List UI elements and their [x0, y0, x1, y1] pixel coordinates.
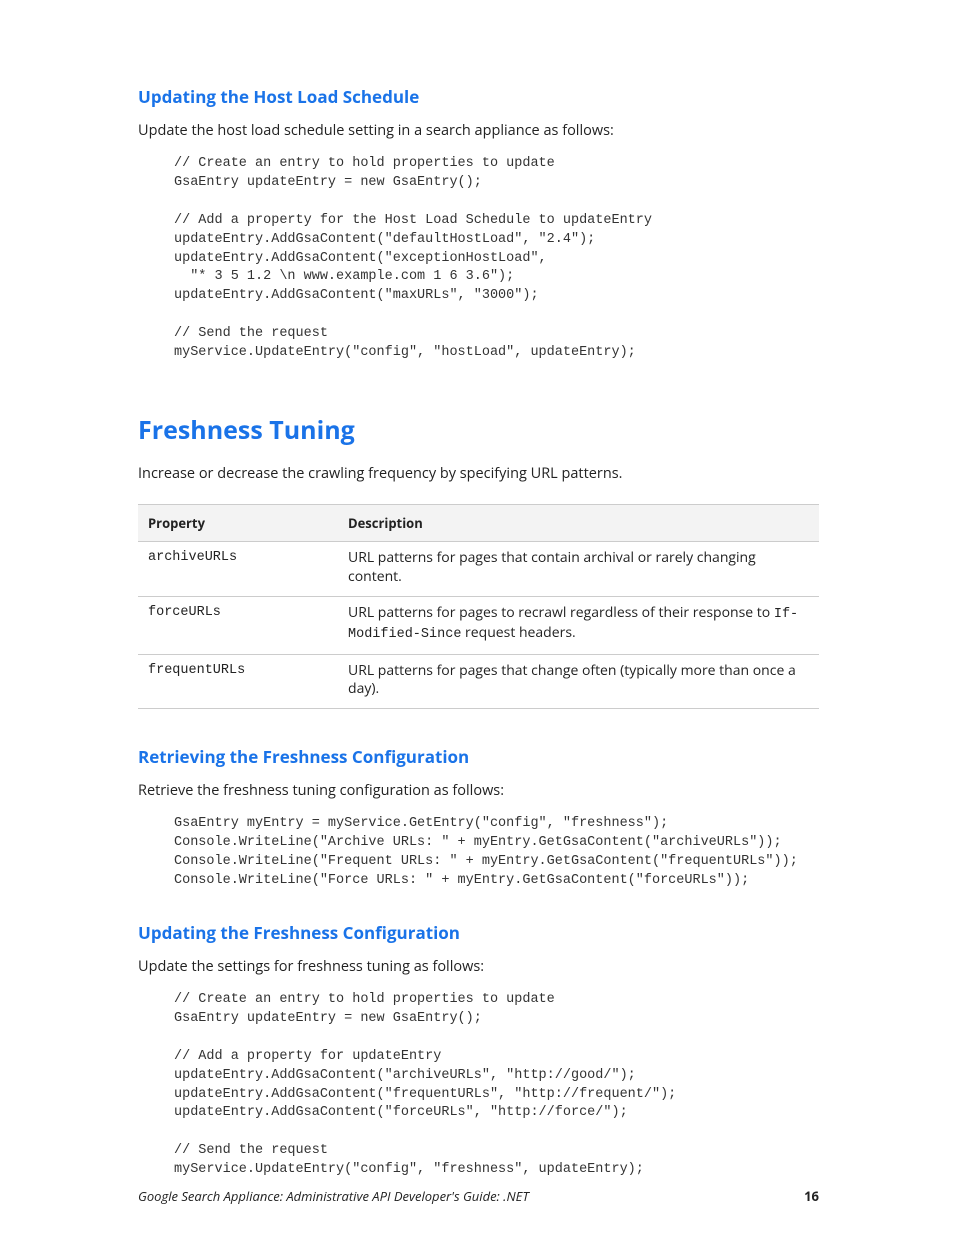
freshness-properties-table: Property Description archiveURLs URL pat… [138, 504, 819, 709]
heading-updating-host-load: Updating the Host Load Schedule [138, 85, 819, 109]
property-cell: forceURLs [138, 597, 338, 654]
code-host-load: // Create an entry to hold properties to… [174, 155, 819, 363]
heading-freshness-tuning: Freshness Tuning [138, 413, 819, 448]
page-footer: Google Search Appliance: Administrative … [138, 1187, 819, 1205]
table-row: forceURLs URL patterns for pages to recr… [138, 597, 819, 654]
table-row: frequentURLs URL patterns for pages that… [138, 654, 819, 709]
description-cell: URL patterns for pages to recrawl regard… [338, 597, 819, 654]
property-cell: archiveURLs [138, 542, 338, 597]
paragraph-retrieving-intro: Retrieve the freshness tuning configurat… [138, 781, 819, 801]
table-header-description: Description [338, 505, 819, 542]
table-header-property: Property [138, 505, 338, 542]
heading-retrieving-freshness: Retrieving the Freshness Configuration [138, 745, 819, 769]
paragraph-host-load-intro: Update the host load schedule setting in… [138, 121, 819, 141]
footer-page-number: 16 [804, 1187, 819, 1205]
code-updating: // Create an entry to hold properties to… [174, 991, 819, 1180]
property-cell: frequentURLs [138, 654, 338, 709]
paragraph-updating-intro: Update the settings for freshness tuning… [138, 957, 819, 977]
description-cell: URL patterns for pages that contain arch… [338, 542, 819, 597]
footer-title: Google Search Appliance: Administrative … [138, 1187, 529, 1205]
paragraph-freshness-intro: Increase or decrease the crawling freque… [138, 464, 819, 484]
code-retrieving: GsaEntry myEntry = myService.GetEntry("c… [174, 815, 819, 891]
heading-updating-freshness: Updating the Freshness Configuration [138, 921, 819, 945]
description-cell: URL patterns for pages that change often… [338, 654, 819, 709]
table-row: archiveURLs URL patterns for pages that … [138, 542, 819, 597]
